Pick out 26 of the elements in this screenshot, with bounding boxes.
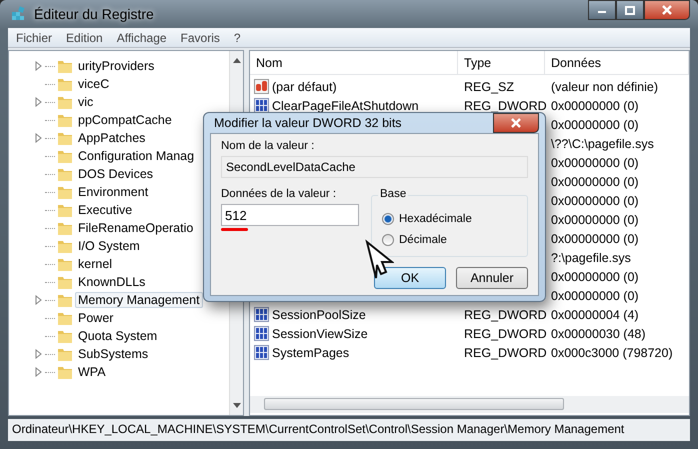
- value-data: 0x00000000 (0): [550, 98, 639, 112]
- value-type: REG_DWORD: [463, 308, 545, 322]
- value-data: 0x00000030 (48): [550, 326, 646, 340]
- value-data: ?:\pagefile.sys: [550, 250, 631, 264]
- value-type: REG_DWORD: [463, 326, 545, 340]
- value-data: 0x000c3000 (798720): [550, 346, 673, 360]
- value-data: (valeur non définie): [550, 80, 658, 94]
- window-title: Éditeur du Registre: [34, 6, 155, 22]
- value-data: 0x00000000 (0): [550, 232, 639, 246]
- value-data: 0x00000000 (0): [550, 270, 639, 284]
- value-type: REG_DWORD: [463, 98, 545, 112]
- value-data: 0x00000000 (0): [550, 212, 639, 226]
- value-data: 0x00000000 (0): [550, 288, 639, 302]
- value-data: 0x00000004 (4): [550, 308, 639, 322]
- status-bar: Ordinateur\HKEY_LOCAL_MACHINE\SYSTEM\CurrentControlSet\Control\Session Manager\Memory Management: [8, 419, 690, 441]
- value-data: \??\C:\pagefile.sys: [550, 136, 654, 150]
- value-type: REG_DWORD: [463, 346, 545, 360]
- value-data: 0x00000000 (0): [550, 174, 639, 188]
- value-type: REG_SZ: [463, 80, 516, 94]
- value-data: 0x00000000 (0): [550, 118, 639, 132]
- field-label: Données de la valeur :: [221, 188, 338, 200]
- field-label: Nom de la valeur :: [221, 140, 316, 152]
- value-data: 0x00000000 (0): [550, 156, 639, 170]
- value-data: 0x00000000 (0): [550, 194, 639, 208]
- dialog-title: Modifier la valeur DWORD 32 bits: [214, 116, 402, 130]
- group-label: Base: [378, 188, 408, 200]
